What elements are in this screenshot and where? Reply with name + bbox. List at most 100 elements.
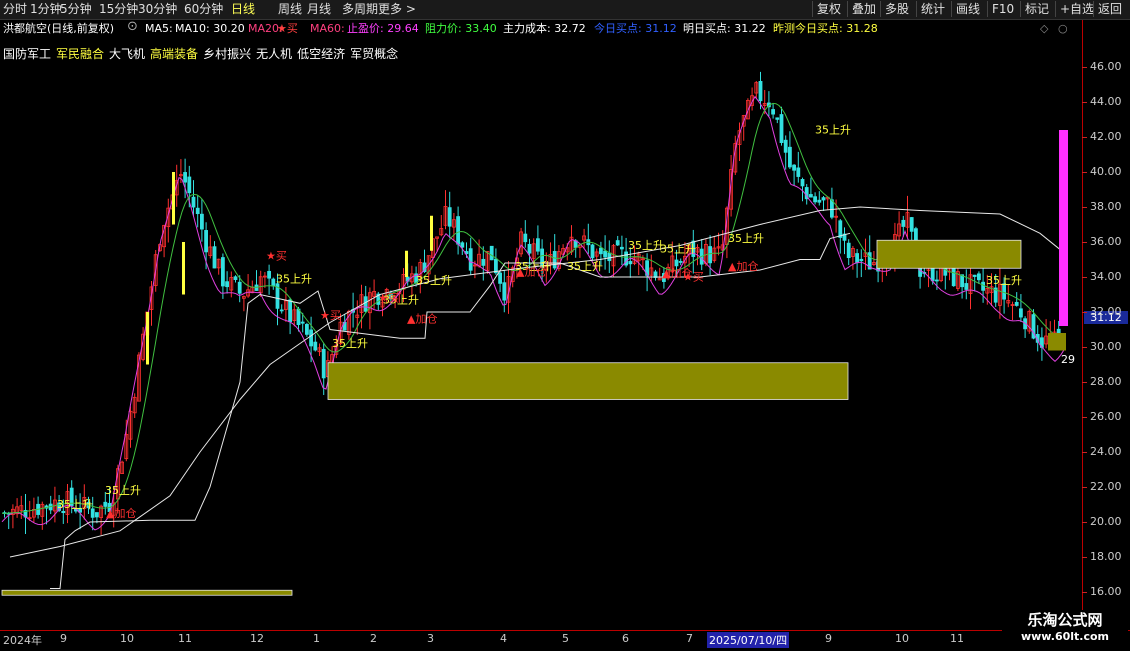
candle-body xyxy=(204,230,209,253)
rise-annotation: 35上升 xyxy=(332,337,368,350)
price-tick xyxy=(1082,382,1087,383)
period-tab-3[interactable]: 15分钟 xyxy=(99,2,138,16)
price-tick-label: 16.00 xyxy=(1090,585,1122,598)
current-box xyxy=(1048,333,1066,351)
price-tick-label: 26.00 xyxy=(1090,410,1122,423)
candle-body xyxy=(788,146,792,168)
candle-body xyxy=(758,81,763,102)
candle-body xyxy=(620,246,624,250)
candle-body xyxy=(271,278,276,287)
signal-candle xyxy=(405,250,408,277)
candle-body xyxy=(489,245,494,261)
period-tab-5[interactable]: 60分钟 xyxy=(184,2,223,16)
toolbar-button-0[interactable]: 复权 xyxy=(812,1,845,17)
buy-annotation: ★买 xyxy=(683,271,704,284)
candle-body xyxy=(300,321,305,324)
period-tab-6[interactable]: 日线 xyxy=(231,2,255,16)
candle-body xyxy=(95,512,99,518)
watermark: 乐淘公式网 www.60lt.com xyxy=(1002,610,1128,648)
toolbar-button-4[interactable]: 画线 xyxy=(951,1,984,17)
stop-profit-label: 止盈价: 29.64 xyxy=(347,22,419,35)
candle-body xyxy=(363,296,368,312)
add-position-annotation: ▲加仓 xyxy=(106,506,136,520)
candle-body xyxy=(796,167,801,177)
date-tick-label: 9 xyxy=(825,632,832,645)
ma10-label: MA10: 30.20 xyxy=(175,22,245,35)
toolbar-button-8[interactable]: 返回 xyxy=(1093,1,1126,17)
rise-annotation: 35上升 xyxy=(416,274,452,287)
candle-body xyxy=(321,348,326,379)
candle-body xyxy=(536,238,540,252)
candle-body xyxy=(813,196,817,203)
buy-annotation: ★买 xyxy=(266,250,287,263)
price-tick xyxy=(1082,347,1087,348)
diamond-icon[interactable]: ◇ xyxy=(1040,22,1048,36)
add-position-annotation: ▲加仓 xyxy=(407,312,437,326)
candle-body xyxy=(237,281,242,294)
date-tick-label: 10 xyxy=(120,632,134,645)
price-tick xyxy=(1082,102,1087,103)
low-price-label: 29 xyxy=(1061,353,1075,366)
toolbar-button-1[interactable]: 叠加 xyxy=(847,1,880,17)
toolbar-button-5[interactable]: F10 xyxy=(987,1,1018,17)
candle-body xyxy=(771,109,775,115)
date-axis: 2024年 9 10 11 12 1 2 3 4 5 6 7 2025/07/10/四 9 10 11 xyxy=(0,630,1130,651)
period-tab-1[interactable]: 1分钟 xyxy=(30,2,62,16)
circle-icon[interactable]: ○ xyxy=(1058,22,1068,36)
candle-body xyxy=(267,270,272,279)
price-tick xyxy=(1082,67,1087,68)
candle-body xyxy=(809,194,813,198)
candle-body xyxy=(313,341,318,351)
stock-title: 洪都航空(日线,前复权) xyxy=(3,22,115,35)
candle-body xyxy=(1014,301,1019,306)
add-position-annotation: ▲加仓 xyxy=(728,259,758,273)
kline-chart[interactable]: 35上升35上升35上升35上升 35上升35上升35上升 35上升35上升35上升… xyxy=(0,38,1082,630)
price-tick xyxy=(1082,277,1087,278)
price-tick xyxy=(1082,592,1087,593)
rise-annotation: 35上升 xyxy=(276,272,312,285)
date-tick-label: 11 xyxy=(178,632,192,645)
price-tick xyxy=(1082,417,1087,418)
resistance-box xyxy=(876,239,1022,269)
period-tab-8[interactable]: 月线 xyxy=(307,2,331,16)
settings-icon[interactable]: ⊙ xyxy=(127,20,138,34)
price-tick xyxy=(1082,172,1087,173)
date-tick-label: 2025/07/10/四 xyxy=(707,632,790,648)
toolbar-button-7[interactable]: +自选 xyxy=(1055,1,1098,17)
candle-body xyxy=(678,261,683,263)
candle-body xyxy=(901,219,906,227)
buy-annotation: ★买 xyxy=(320,309,341,322)
price-tick xyxy=(1082,557,1087,558)
price-tick-label: 40.00 xyxy=(1090,165,1122,178)
date-tick-label: 9 xyxy=(60,632,67,645)
add-position-annotation: ▲加仓 xyxy=(516,264,546,278)
date-tick-label: 2 xyxy=(370,632,377,645)
toolbar-button-3[interactable]: 统计 xyxy=(916,1,949,17)
price-tick-label: 42.00 xyxy=(1090,130,1122,143)
candle-body xyxy=(981,281,985,291)
ma60-label: MA60: xyxy=(310,22,345,35)
ma5-label: MA5: xyxy=(145,22,173,35)
support-box xyxy=(1,589,293,596)
rise-annotation: 35上升 xyxy=(660,243,696,256)
period-tab-9[interactable]: 多周期 xyxy=(342,2,378,16)
period-tab-7[interactable]: 周线 xyxy=(278,2,302,16)
candle-body xyxy=(615,240,620,246)
period-tab-2[interactable]: 5分钟 xyxy=(60,2,92,16)
period-tab-0[interactable]: 分时 xyxy=(3,2,27,16)
candle-body xyxy=(220,257,225,287)
support-box xyxy=(327,362,849,400)
rise-annotation: 35上升 xyxy=(105,484,141,497)
candle-body xyxy=(792,164,796,171)
price-tick-label: 32.00 xyxy=(1090,305,1122,318)
period-tab-10[interactable]: 更多 > xyxy=(378,2,416,16)
period-tab-4[interactable]: 30分钟 xyxy=(138,2,177,16)
candle-body xyxy=(977,273,981,281)
toolbar-button-2[interactable]: 多股 xyxy=(880,1,913,17)
toolbar-button-6[interactable]: 标记 xyxy=(1020,1,1053,17)
date-tick-label: 4 xyxy=(500,632,507,645)
candle-body xyxy=(775,117,780,120)
candle-body xyxy=(552,251,557,269)
candle-body xyxy=(838,220,843,238)
candle-body xyxy=(493,258,498,274)
